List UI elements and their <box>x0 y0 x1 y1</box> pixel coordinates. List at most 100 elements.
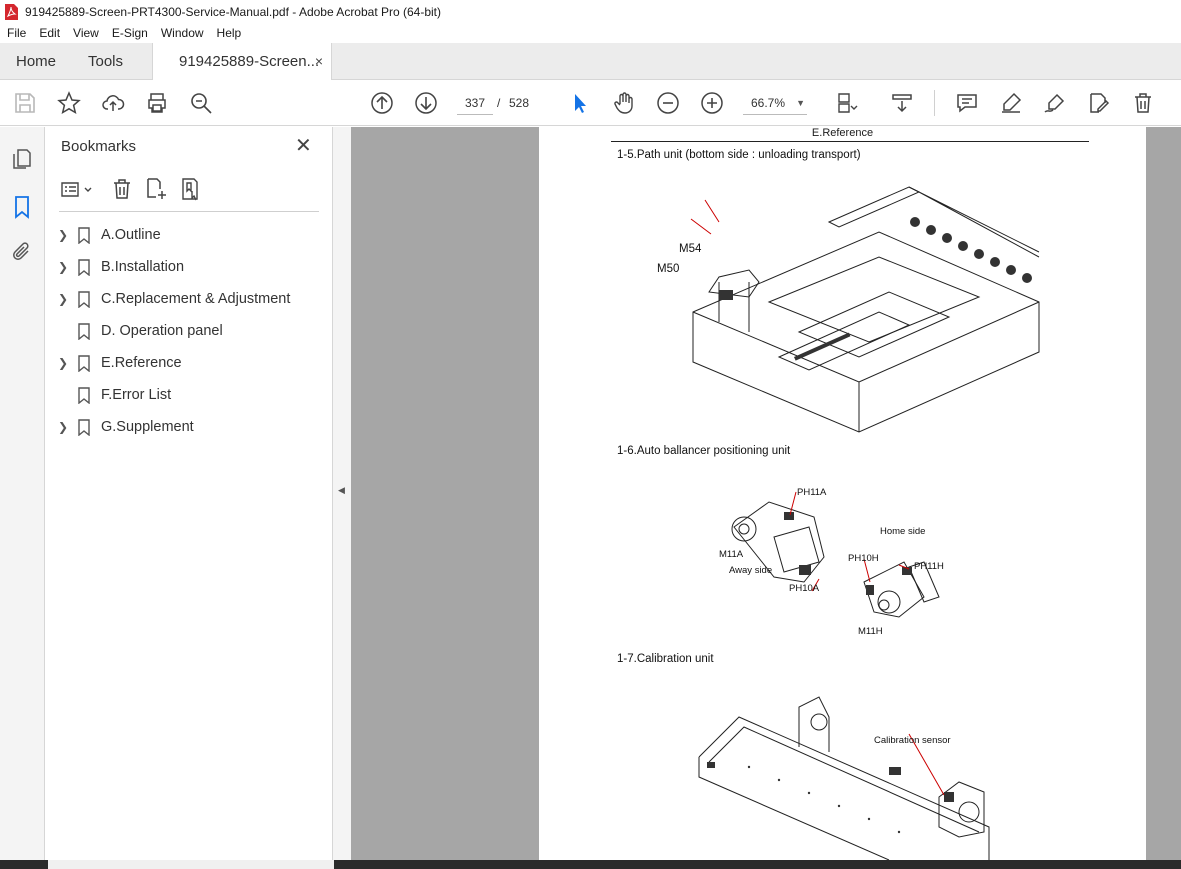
bookmark-label: G.Supplement <box>101 419 194 435</box>
tab-bar: Home Tools 919425889-Screen... × <box>0 43 1181 80</box>
close-panel-button[interactable]: ✕ <box>295 136 312 156</box>
bookmarks-panel: Bookmarks ✕ ❯ A.Outline ❯ B.Installation… <box>45 127 333 860</box>
search-zoom-icon[interactable] <box>189 91 213 115</box>
bookmark-label: D. Operation panel <box>101 323 223 339</box>
label-ph10h: PH10H <box>848 553 879 564</box>
zoom-level-value: 66.7% <box>751 96 786 110</box>
hand-tool-icon[interactable] <box>612 91 636 115</box>
fill-sign-icon[interactable] <box>1043 91 1067 115</box>
chevron-right-icon[interactable]: ❯ <box>55 356 71 370</box>
bookmark-item-operation-panel[interactable]: D. Operation panel <box>55 319 325 343</box>
section-caption: 1-5.Path unit (bottom side : unloading t… <box>617 149 861 161</box>
next-page-icon[interactable] <box>414 91 438 115</box>
toolbar: 337 / 528 66.7% ▼ <box>0 80 1181 126</box>
label-away-side: Away side <box>729 565 773 576</box>
bookmark-icon <box>78 386 90 404</box>
menu-bar: File Edit View E-Sign Window Help <box>0 23 1181 43</box>
bookmark-item-outline[interactable]: ❯ A.Outline <box>55 223 325 247</box>
bookmark-icon <box>78 418 90 436</box>
scroll-mode-icon[interactable] <box>890 91 914 115</box>
bookmark-item-replacement[interactable]: ❯ C.Replacement & Adjustment <box>55 287 325 311</box>
bookmark-item-error-list[interactable]: F.Error List <box>55 383 325 407</box>
select-cursor-icon[interactable] <box>568 91 592 115</box>
chevron-down-icon: ▼ <box>796 98 805 108</box>
menu-esign[interactable]: E-Sign <box>105 26 154 40</box>
navigation-rail <box>0 127 45 860</box>
bookmark-icon <box>78 258 90 276</box>
tab-close-button[interactable]: × <box>315 53 323 69</box>
bookmark-label: A.Outline <box>101 227 161 243</box>
chevron-right-icon[interactable]: ❯ <box>55 292 71 306</box>
auto-balancer-diagram <box>731 491 940 618</box>
calibration-unit-diagram <box>698 696 990 860</box>
bookmark-icon <box>78 290 90 308</box>
bookmark-label: E.Reference <box>101 355 182 371</box>
document-viewport[interactable]: E.Reference 1-5.Path unit (bottom side :… <box>351 127 1181 860</box>
zoom-in-icon[interactable] <box>700 91 724 115</box>
menu-file[interactable]: File <box>0 26 32 40</box>
label-calibration-sensor: Calibration sensor <box>874 735 951 746</box>
bookmark-item-supplement[interactable]: ❯ G.Supplement <box>55 415 325 439</box>
delete-icon[interactable] <box>1131 91 1155 115</box>
section-caption: 1-6.Auto ballancer positioning unit <box>617 445 791 457</box>
menu-help[interactable]: Help <box>210 26 248 40</box>
previous-page-icon[interactable] <box>370 91 394 115</box>
label-m54: M54 <box>679 243 702 255</box>
page-separator: / <box>497 96 501 110</box>
page-thumbnails-icon[interactable] <box>10 147 34 171</box>
bookmark-item-installation[interactable]: ❯ B.Installation <box>55 255 325 279</box>
delete-bookmark-icon[interactable] <box>110 177 134 201</box>
label-m11h: M11H <box>858 626 883 637</box>
header-rule <box>611 141 1089 142</box>
page-number-input[interactable]: 337 <box>457 91 493 115</box>
bookmarks-title: Bookmarks <box>61 138 137 155</box>
bookmark-panel-icon[interactable] <box>10 195 34 219</box>
edit-pdf-icon[interactable] <box>1087 91 1111 115</box>
tab-tools[interactable]: Tools <box>88 43 123 80</box>
zoom-level-dropdown[interactable]: 66.7% ▼ <box>743 91 807 115</box>
page-header: E.Reference <box>811 127 874 139</box>
tab-document-label: 919425889-Screen... <box>179 53 320 70</box>
acrobat-pdf-icon <box>5 3 18 20</box>
tab-home[interactable]: Home <box>16 43 56 80</box>
new-bookmark-icon[interactable] <box>144 177 168 201</box>
bookmark-icon <box>78 226 90 244</box>
highlight-pen-icon[interactable] <box>999 91 1023 115</box>
menu-edit[interactable]: Edit <box>32 26 66 40</box>
label-ph11a: PH11A <box>797 487 827 498</box>
bookmark-icon <box>78 322 90 340</box>
tab-document[interactable]: 919425889-Screen... × <box>152 43 332 80</box>
save-icon[interactable] <box>13 91 37 115</box>
zoom-out-icon[interactable] <box>656 91 680 115</box>
bookmark-from-selection-icon[interactable] <box>179 177 203 201</box>
panel-collapse-handle[interactable]: ◀ <box>333 127 351 860</box>
bookmark-label: F.Error List <box>101 387 172 403</box>
collapse-arrow-icon: ◀ <box>338 485 345 495</box>
print-icon[interactable] <box>145 91 169 115</box>
section-caption: 1-7.Calibration unit <box>617 653 714 665</box>
title-bar: 919425889-Screen-PRT4300-Service-Manual.… <box>0 0 1181 23</box>
toolbar-divider <box>934 90 935 116</box>
star-icon[interactable] <box>57 91 81 115</box>
page-display-icon[interactable] <box>836 91 860 115</box>
menu-window[interactable]: Window <box>154 26 210 40</box>
chevron-right-icon[interactable]: ❯ <box>55 228 71 242</box>
label-ph11h: PH11H <box>914 561 944 572</box>
attachment-icon[interactable] <box>10 241 34 265</box>
bookmark-icon <box>78 354 90 372</box>
bookmark-options-icon[interactable] <box>59 177 95 201</box>
comment-icon[interactable] <box>955 91 979 115</box>
window-title: 919425889-Screen-PRT4300-Service-Manual.… <box>25 4 442 19</box>
page-total: 528 <box>509 96 530 110</box>
label-home-side: Home side <box>880 526 926 537</box>
label-ph10a: PH10A <box>789 583 820 594</box>
panel-divider <box>59 211 319 212</box>
cloud-upload-icon[interactable] <box>101 91 125 115</box>
bookmark-item-reference[interactable]: ❯ E.Reference <box>55 351 325 375</box>
chevron-right-icon[interactable]: ❯ <box>55 420 71 434</box>
label-m50: M50 <box>657 263 680 275</box>
label-m11a: M11A <box>719 549 744 560</box>
menu-view[interactable]: View <box>66 26 105 40</box>
chevron-right-icon[interactable]: ❯ <box>55 260 71 274</box>
bottom-bar <box>0 860 1181 869</box>
